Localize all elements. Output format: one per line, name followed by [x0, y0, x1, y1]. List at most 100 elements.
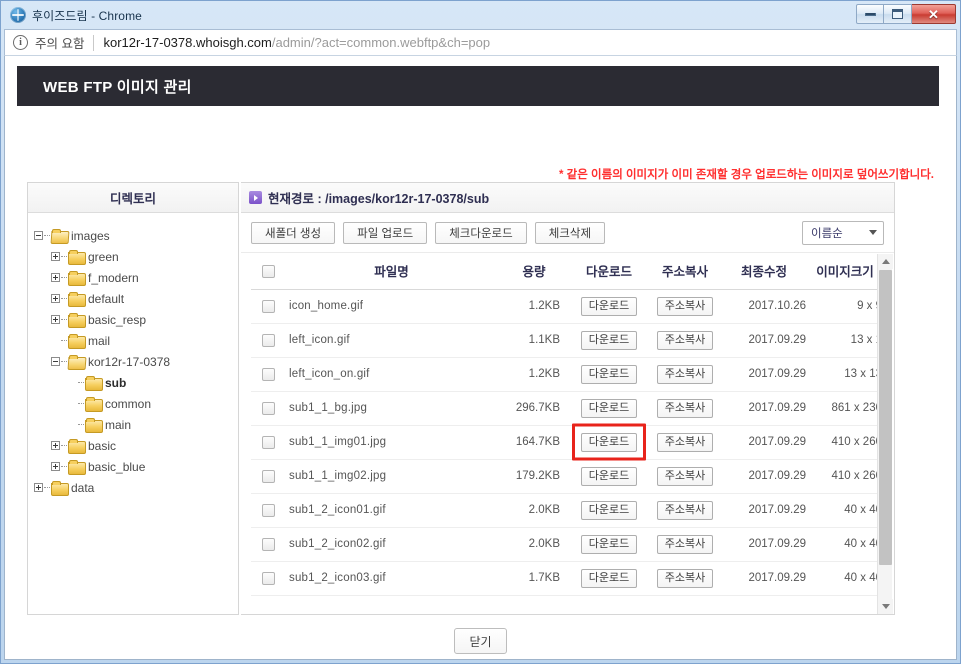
close-dialog-button[interactable]: 닫기 — [454, 628, 507, 654]
tree-item-basic[interactable]: basic — [34, 435, 238, 456]
folder-icon — [68, 271, 86, 286]
copy-url-button[interactable]: 주소복사 — [656, 466, 714, 486]
download-button[interactable]: 다운로드 — [580, 296, 638, 316]
tree-item-label: data — [71, 480, 95, 495]
tree-item-images[interactable]: images — [34, 225, 238, 246]
download-button[interactable]: 다운로드 — [580, 330, 638, 350]
copy-url-button[interactable]: 주소복사 — [656, 534, 714, 554]
checked-delete-button[interactable]: 체크삭제 — [534, 221, 606, 244]
directory-panel: 디렉토리 images green f_modern default basic_res… — [27, 182, 239, 615]
scroll-up-button[interactable] — [878, 254, 893, 269]
tree-item-sub[interactable]: sub — [34, 372, 238, 393]
expand-icon[interactable] — [51, 315, 60, 324]
select-all-checkbox[interactable] — [261, 264, 275, 278]
collapse-icon[interactable] — [51, 357, 60, 366]
collapse-icon[interactable] — [34, 231, 43, 240]
copy-url-cell: 주소복사 — [648, 289, 722, 324]
file-list-scrollbar[interactable] — [877, 254, 893, 614]
tree-item-label: common — [105, 396, 152, 411]
row-checkbox[interactable] — [261, 367, 275, 381]
tree-item-mail[interactable]: mail — [34, 330, 238, 351]
expand-icon[interactable] — [51, 294, 60, 303]
download-button[interactable]: 다운로드 — [580, 364, 638, 384]
copy-url-cell: 주소복사 — [648, 561, 722, 596]
download-button[interactable]: 다운로드 — [580, 432, 638, 452]
sort-order-select[interactable]: 이름순 — [802, 220, 884, 245]
copy-url-button[interactable]: 주소복사 — [656, 568, 714, 588]
file-name-label: sub1_1_img01.jpg — [289, 436, 387, 448]
row-checkbox[interactable] — [261, 503, 275, 517]
row-checkbox[interactable] — [261, 333, 275, 347]
tree-item-basic-blue[interactable]: basic_blue — [34, 456, 238, 477]
row-select-cell — [251, 323, 285, 358]
minimize-button[interactable] — [856, 4, 884, 24]
scroll-down-button[interactable] — [878, 599, 893, 614]
download-button[interactable]: 다운로드 — [580, 398, 638, 418]
file-name-label: sub1_2_icon01.gif — [289, 504, 386, 516]
tree-item-data[interactable]: data — [34, 477, 238, 498]
modified-date-cell: 2017.09.29 — [722, 391, 806, 426]
window-controls: ✕ — [856, 4, 956, 24]
download-button[interactable]: 다운로드 — [580, 534, 638, 554]
scrollbar-thumb[interactable] — [879, 270, 892, 565]
copy-url-button[interactable]: 주소복사 — [656, 296, 714, 316]
table-row: sub1_2_icon02.gif 2.0KB 다운로드 주소복사 2017.09.29… — [251, 527, 884, 562]
info-icon[interactable]: i — [13, 35, 28, 50]
file-name-label: sub1_1_bg.jpg — [289, 402, 368, 414]
tree-connector — [61, 466, 67, 467]
tree-connector — [61, 256, 67, 257]
download-button[interactable]: 다운로드 — [580, 568, 638, 588]
download-cell: 다운로드 — [570, 425, 648, 460]
image-dimensions-cell: 861 x 230 — [806, 391, 884, 426]
row-checkbox[interactable] — [261, 435, 275, 449]
tree-item-basic-resp[interactable]: basic_resp — [34, 309, 238, 330]
folder-icon — [68, 250, 86, 265]
copy-url-button[interactable]: 주소복사 — [656, 330, 714, 350]
file-name-cell: sub1_2_icon03.gif — [285, 561, 498, 596]
row-checkbox[interactable] — [261, 537, 275, 551]
column-header-modified[interactable]: 최종수정 — [722, 253, 806, 290]
download-button[interactable]: 다운로드 — [580, 466, 638, 486]
row-checkbox[interactable] — [261, 571, 275, 585]
copy-url-button[interactable]: 주소복사 — [656, 432, 714, 452]
row-select-cell — [251, 425, 285, 460]
tree-item-f-modern[interactable]: f_modern — [34, 267, 238, 288]
tree-item-green[interactable]: green — [34, 246, 238, 267]
column-header-filename[interactable]: 파일명 — [285, 253, 498, 290]
file-name-label: icon_home.gif — [289, 300, 364, 312]
checked-download-button[interactable]: 체크다운로드 — [435, 221, 527, 244]
copy-url-button[interactable]: 주소복사 — [656, 364, 714, 384]
download-button[interactable]: 다운로드 — [580, 500, 638, 520]
file-name-label: sub1_2_icon02.gif — [289, 538, 386, 550]
row-select-cell — [251, 357, 285, 392]
tree-item-common[interactable]: common — [34, 393, 238, 414]
tree-item-label: main — [105, 417, 132, 432]
row-checkbox[interactable] — [261, 299, 275, 313]
tree-item-kor12r-17-0378[interactable]: kor12r-17-0378 — [34, 351, 238, 372]
close-window-button[interactable]: ✕ — [912, 4, 956, 24]
address-bar[interactable]: i 주의 요함 kor12r-17-0378.whoisgh.com/admin… — [4, 29, 957, 56]
column-header-size[interactable]: 용량 — [498, 253, 570, 290]
expand-icon[interactable] — [51, 252, 60, 261]
main-panels: 디렉토리 images green f_modern default basic_res… — [27, 182, 895, 617]
expand-icon[interactable] — [51, 462, 60, 471]
expand-icon[interactable] — [34, 483, 43, 492]
url-text: kor12r-17-0378.whoisgh.com/admin/?act=co… — [103, 35, 490, 50]
tree-item-default[interactable]: default — [34, 288, 238, 309]
tree-item-label: green — [88, 249, 119, 264]
file-table-head: 파일명 용량 다운로드 주소복사 최종수정 이미지크기 — [251, 253, 884, 290]
directory-panel-header: 디렉토리 — [28, 183, 238, 213]
copy-url-button[interactable]: 주소복사 — [656, 398, 714, 418]
file-size-cell: 1.2KB — [498, 357, 570, 392]
expand-icon[interactable] — [51, 441, 60, 450]
expand-icon[interactable] — [51, 273, 60, 282]
folder-icon — [85, 397, 103, 412]
maximize-button[interactable] — [884, 4, 912, 24]
row-checkbox[interactable] — [261, 401, 275, 415]
image-dimensions-cell: 9 x 9 — [806, 289, 884, 324]
new-folder-button[interactable]: 새폴더 생성 — [251, 221, 336, 244]
tree-item-main[interactable]: main — [34, 414, 238, 435]
copy-url-button[interactable]: 주소복사 — [656, 500, 714, 520]
row-checkbox[interactable] — [261, 469, 275, 483]
file-upload-button[interactable]: 파일 업로드 — [343, 221, 428, 244]
